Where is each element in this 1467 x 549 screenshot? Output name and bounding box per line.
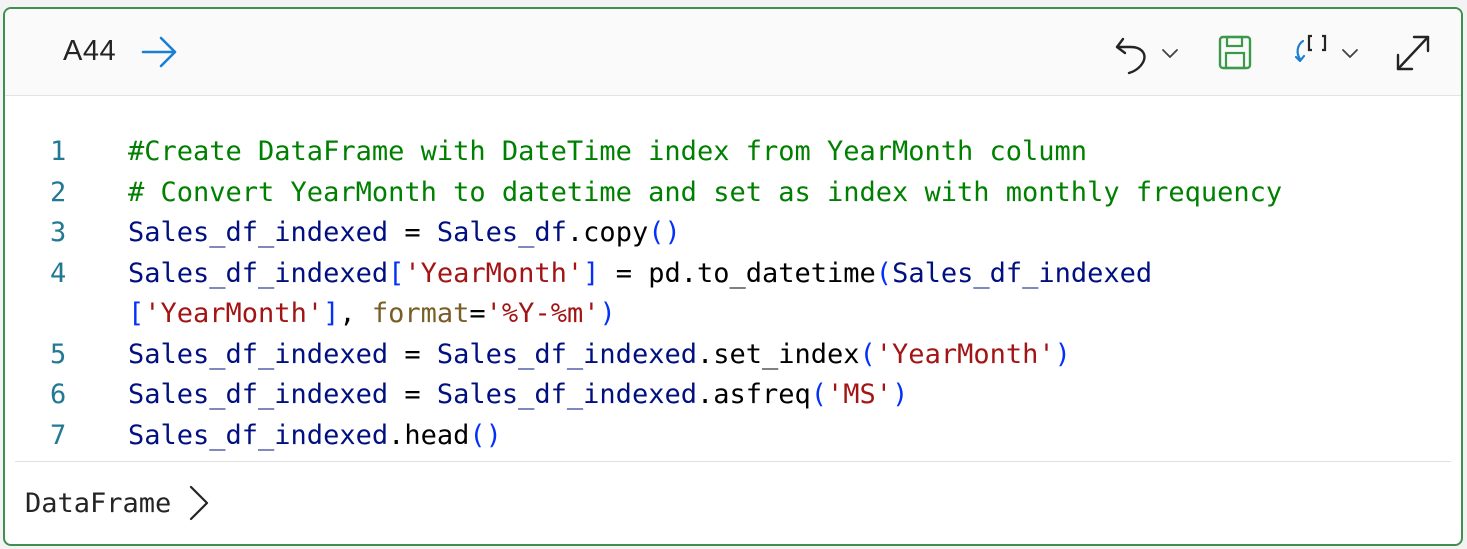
output-toggle[interactable]: DataFrame	[25, 481, 211, 525]
line-number: 7	[50, 420, 67, 451]
code-token: )	[1054, 339, 1071, 370]
line-number: 6	[50, 379, 67, 410]
code-text: # Convert YearMonth to datetime and set …	[128, 173, 1282, 213]
chevron-right-icon	[190, 485, 209, 521]
code-token: [	[128, 298, 145, 329]
run-arrow-icon[interactable]	[141, 35, 181, 69]
code-token: Sales_df_indexed	[128, 339, 389, 370]
line-number: 4	[50, 258, 67, 289]
code-token: ()	[648, 217, 681, 248]
code-token: =	[388, 339, 437, 370]
code-token: #Create DataFrame with DateTime index fr…	[128, 136, 1088, 167]
code-token: [	[388, 258, 405, 289]
code-token: .set_index	[696, 339, 860, 370]
code-token: Sales_df_indexed	[128, 217, 389, 248]
code-token: Sales_df_indexed	[128, 379, 389, 410]
line-number: 1	[50, 136, 67, 167]
code-token: 'YearMonth'	[404, 258, 584, 289]
undo-icon	[1115, 37, 1146, 75]
code-token: )	[892, 379, 909, 410]
cell-header: A44	[5, 9, 1461, 96]
code-token: =	[469, 298, 486, 329]
code-token: ,	[339, 298, 372, 329]
code-token: 'YearMonth'	[875, 339, 1055, 370]
code-text: #Create DataFrame with DateTime index fr…	[128, 132, 1087, 172]
line-number: 5	[50, 339, 67, 370]
cell-variables-icon	[1294, 34, 1327, 63]
code-text: ['YearMonth'], format='%Y-%m')	[128, 294, 616, 334]
line-number: 2	[50, 177, 67, 208]
code-token: (	[859, 339, 876, 370]
code-text: Sales_df_indexed['YearMonth'] = pd.to_da…	[128, 254, 1152, 294]
code-token: 'YearMonth'	[144, 298, 324, 329]
save-button[interactable]	[1217, 31, 1253, 75]
code-token: Sales_df_indexed	[128, 420, 389, 451]
line-number: 3	[50, 217, 67, 248]
notebook-cell[interactable]: A44 1 #Create DataFrame with DateTime in…	[3, 7, 1463, 546]
code-text: Sales_df_indexed.head()	[128, 416, 502, 456]
code-token: (	[810, 379, 828, 410]
code-text: Sales_df_indexed = Sales_df_indexed.set_…	[128, 335, 1071, 375]
output-label: DataFrame	[25, 487, 172, 519]
code-token: # Convert YearMonth to datetime and set …	[128, 177, 1283, 208]
expand-button[interactable]	[1393, 31, 1433, 75]
chevron-down-icon	[1162, 49, 1178, 58]
code-token: =	[388, 379, 437, 410]
code-token: format	[371, 298, 470, 329]
code-token: (	[875, 258, 893, 289]
code-token: Sales_df_indexed	[128, 258, 389, 289]
code-token: Sales_df_indexed	[892, 258, 1153, 289]
code-token: .head	[388, 420, 470, 451]
code-token: pd.to_datetime	[648, 258, 876, 289]
cell-variables-button[interactable]	[1291, 31, 1363, 75]
code-token: .copy	[566, 217, 649, 248]
save-icon	[1218, 35, 1252, 70]
code-token: ()	[469, 420, 502, 451]
code-token: Sales_df	[436, 217, 567, 248]
code-token: =	[599, 258, 649, 289]
expand-icon	[1396, 35, 1430, 71]
code-token: =	[388, 217, 437, 248]
code-editor[interactable]: 1 #Create DataFrame with DateTime index f…	[5, 96, 1461, 461]
code-text: Sales_df_indexed = Sales_df.copy()	[128, 213, 681, 253]
code-text: Sales_df_indexed = Sales_df_indexed.asfr…	[128, 375, 908, 415]
code-token: )	[599, 298, 616, 329]
chevron-down-icon	[1342, 49, 1358, 58]
code-token: ]	[583, 258, 600, 289]
code-token: .asfreq	[696, 379, 811, 410]
code-token: Sales_df_indexed	[436, 339, 697, 370]
undo-button[interactable]	[1113, 31, 1183, 75]
code-token: 'MS'	[827, 379, 893, 410]
cell-id: A44	[63, 35, 117, 67]
code-token: ]	[323, 298, 340, 329]
output-divider	[15, 461, 1451, 462]
code-token: '%Y-%m'	[485, 298, 600, 329]
code-token: Sales_df_indexed	[436, 379, 697, 410]
